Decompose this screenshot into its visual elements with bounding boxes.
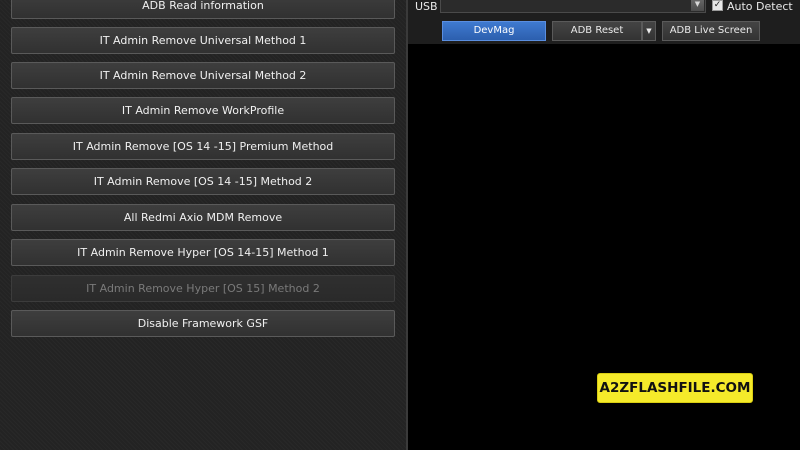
it-admin-remove-universal-1-button[interactable]: IT Admin Remove Universal Method 1 [11, 27, 395, 54]
adb-read-information-button[interactable]: ADB Read information [11, 0, 395, 19]
it-admin-remove-workprofile-button[interactable]: IT Admin Remove WorkProfile [11, 97, 395, 124]
all-redmi-axio-mdm-remove-button[interactable]: All Redmi Axio MDM Remove [11, 204, 395, 231]
auto-detect-label[interactable]: Auto Detect [727, 0, 793, 13]
adb-live-screen-button[interactable]: ADB Live Screen [662, 21, 760, 41]
auto-detect-checkbox[interactable]: ✓ [712, 0, 723, 11]
app-window: ADB Read information IT Admin Remove Uni… [0, 0, 800, 450]
it-admin-remove-os14-15-premium-button[interactable]: IT Admin Remove [OS 14 -15] Premium Meth… [11, 133, 395, 160]
watermark-logo: A2ZFLASHFILE.COM [597, 373, 753, 403]
disable-framework-gsf-button[interactable]: Disable Framework GSF [11, 310, 395, 337]
it-admin-remove-hyper-method2-button: IT Admin Remove Hyper [OS 15] Method 2 [11, 275, 395, 302]
methods-panel: ADB Read information IT Admin Remove Uni… [0, 0, 406, 450]
usb-label: USB [415, 0, 438, 13]
it-admin-remove-hyper-method1-button[interactable]: IT Admin Remove Hyper [OS 14-15] Method … [11, 239, 395, 266]
port-select[interactable]: ▼ [440, 0, 706, 13]
it-admin-remove-universal-2-button[interactable]: IT Admin Remove Universal Method 2 [11, 62, 395, 89]
adb-reset-button[interactable]: ADB Reset [552, 21, 642, 41]
it-admin-remove-os14-15-method2-button[interactable]: IT Admin Remove [OS 14 -15] Method 2 [11, 168, 395, 195]
adb-reset-dropdown-icon[interactable]: ▼ [642, 21, 656, 41]
devmag-button[interactable]: DevMag [442, 21, 546, 41]
chevron-down-icon[interactable]: ▼ [691, 0, 704, 11]
